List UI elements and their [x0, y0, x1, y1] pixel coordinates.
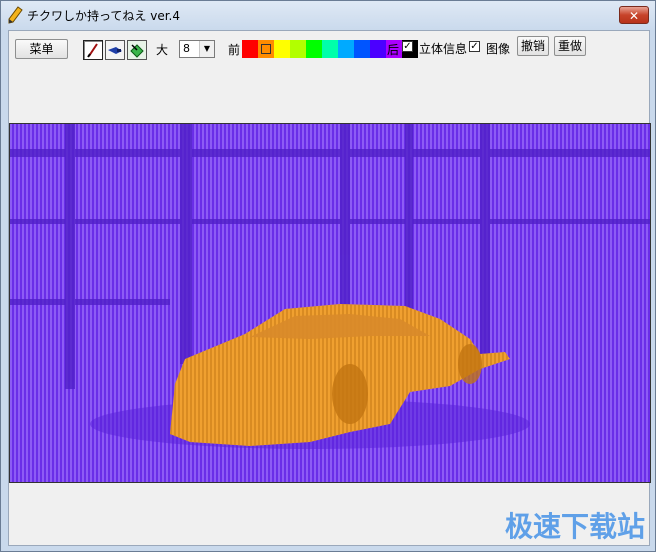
palette-swatch[interactable] — [338, 40, 354, 58]
stereo-label: 立体信息 — [419, 42, 468, 56]
palette-swatch[interactable] — [242, 40, 258, 58]
redo-button[interactable]: 重做 — [554, 36, 586, 56]
close-button[interactable]: ✕ — [619, 6, 649, 24]
fill-bucket-icon — [130, 44, 144, 58]
watermark: 极速下载站 — [505, 505, 645, 545]
window-title: チクワしか持ってねえ ver.4 — [27, 9, 180, 23]
size-label: 大 — [156, 43, 169, 57]
pencil-app-icon — [8, 6, 23, 24]
pen-tool-button[interactable] — [83, 40, 103, 60]
dropper-icon — [108, 47, 122, 54]
size-select[interactable]: 8 ▼ — [179, 40, 215, 58]
client-area: 菜单 大 8 ▼ 前 后 ✓ 立体信息 ✓ 图像 撤销 重做 — [8, 30, 651, 546]
palette-swatch[interactable] — [322, 40, 338, 58]
image-label: 图像 — [486, 42, 511, 56]
title-bar[interactable]: チクワしか持ってねえ ver.4 ✕ — [1, 1, 655, 29]
background-label: 后 — [387, 43, 400, 57]
palette-swatch[interactable] — [370, 40, 386, 58]
chevron-down-icon[interactable]: ▼ — [199, 41, 214, 57]
watermark-text: 极速下载站 — [504, 510, 645, 543]
foreground-label: 前 — [228, 43, 241, 57]
palette-swatch[interactable] — [274, 40, 290, 58]
stereo-checkbox[interactable]: ✓ — [402, 41, 413, 52]
undo-button[interactable]: 撤销 — [517, 36, 549, 56]
dropper-tool-button[interactable] — [105, 40, 125, 60]
palette-swatch[interactable] — [354, 40, 370, 58]
fill-tool-button[interactable] — [127, 40, 147, 60]
canvas-image — [10, 124, 650, 482]
palette-swatch[interactable] — [290, 40, 306, 58]
drawing-canvas[interactable] — [9, 123, 651, 483]
palette-swatch[interactable] — [258, 40, 274, 58]
size-value: 8 — [183, 42, 190, 55]
menu-button[interactable]: 菜单 — [15, 39, 68, 59]
pen-icon — [87, 43, 98, 58]
app-window: チクワしか持ってねえ ver.4 ✕ 菜单 大 8 ▼ 前 后 ✓ 立体信息 ✓… — [0, 0, 656, 552]
image-checkbox[interactable]: ✓ — [469, 41, 480, 52]
palette-swatch[interactable] — [306, 40, 322, 58]
